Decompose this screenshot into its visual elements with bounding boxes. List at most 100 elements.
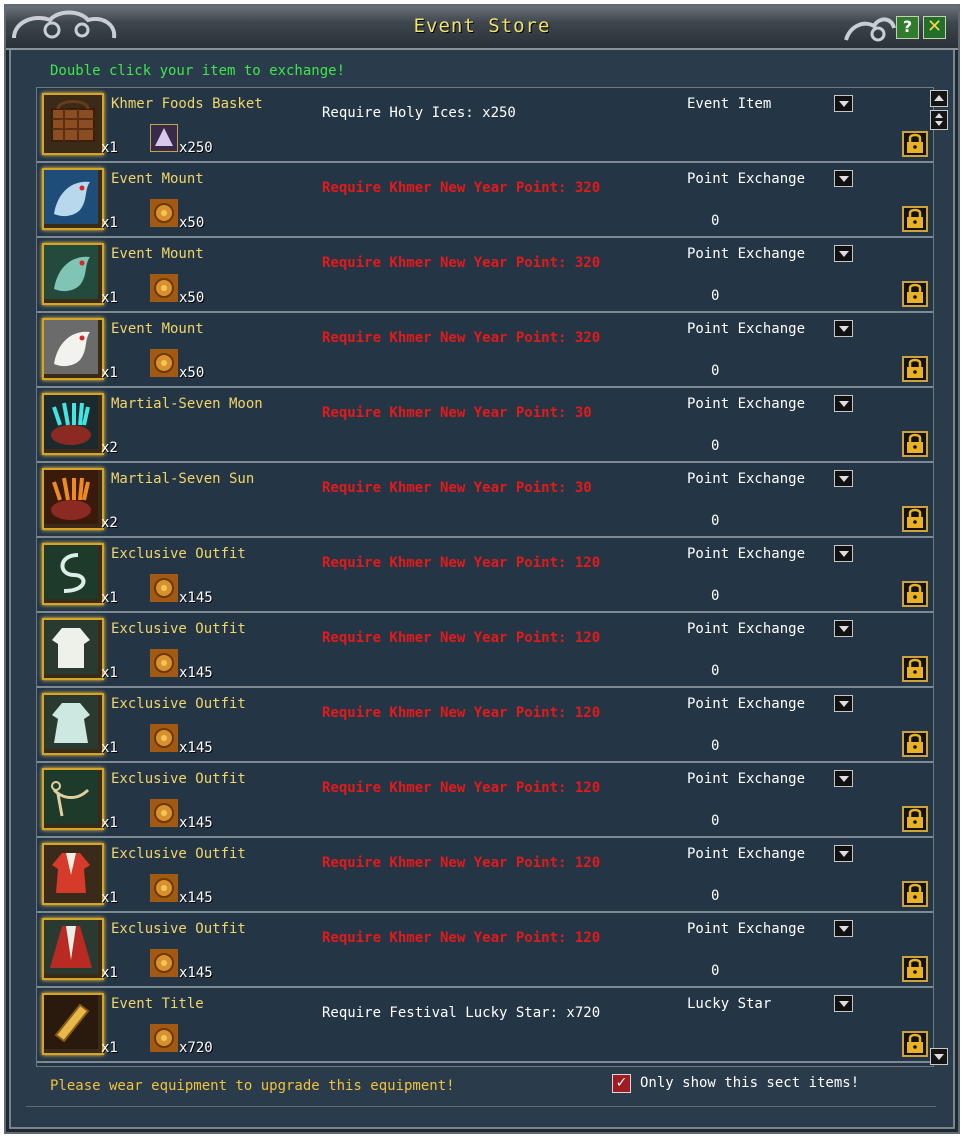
item-name: Exclusive Outfit — [111, 771, 246, 787]
requirement-text: Require Khmer New Year Point: 320 — [322, 255, 601, 271]
cauldron-moon-icon[interactable] — [42, 393, 104, 455]
cost-quantity: x145 — [179, 890, 213, 906]
lock-icon[interactable] — [902, 581, 928, 607]
sash-outfit-icon[interactable] — [42, 543, 104, 605]
lock-icon[interactable] — [902, 731, 928, 757]
cape-outfit-icon[interactable] — [42, 918, 104, 980]
requirement-text: Require Khmer New Year Point: 120 — [322, 555, 601, 571]
cauldron-sun-icon[interactable] — [42, 468, 104, 530]
sect-items-label[interactable]: Only show this sect items! — [640, 1075, 859, 1091]
item-row[interactable]: Exclusive Outfit x1 x145 Require Khmer New … — [37, 538, 933, 613]
item-name: Exclusive Outfit — [111, 546, 246, 562]
item-row[interactable]: Event Mount x1 x50 Require Khmer New Year P… — [37, 238, 933, 313]
help-button[interactable]: ? — [896, 16, 919, 39]
category-dropdown-icon[interactable] — [834, 545, 853, 562]
category-dropdown-icon[interactable] — [834, 770, 853, 787]
item-name: Exclusive Outfit — [111, 846, 246, 862]
lock-icon[interactable] — [902, 506, 928, 532]
window-title: Event Store — [413, 15, 551, 37]
requirement-text: Require Khmer New Year Point: 30 — [322, 480, 592, 496]
category-dropdown-icon[interactable] — [834, 395, 853, 412]
lock-icon[interactable] — [902, 131, 928, 157]
item-row[interactable]: Martial-Seven Moon x2 Require Khmer New Ye… — [37, 388, 933, 463]
cost-quantity: x145 — [179, 740, 213, 756]
category-dropdown-icon[interactable] — [834, 95, 853, 112]
item-name: Event Mount — [111, 171, 204, 187]
lock-icon[interactable] — [902, 431, 928, 457]
red-robe-outfit-icon[interactable] — [42, 843, 104, 905]
item-quantity: x1 — [101, 365, 118, 381]
lock-icon[interactable] — [902, 656, 928, 682]
exchange-category: Point Exchange — [687, 621, 806, 637]
title-bar[interactable]: Event Store ? ✕ — [6, 6, 958, 50]
blue-dragon-mount-icon[interactable] — [42, 168, 104, 230]
scroll-thumb[interactable] — [930, 110, 948, 130]
item-quantity: x1 — [101, 665, 118, 681]
category-dropdown-icon[interactable] — [834, 620, 853, 637]
item-row[interactable]: Event Mount x1 x50 Require Khmer New Year P… — [37, 163, 933, 238]
white-dragon-mount-icon[interactable] — [42, 318, 104, 380]
category-dropdown-icon[interactable] — [834, 320, 853, 337]
exchange-category: Point Exchange — [687, 696, 806, 712]
item-list[interactable]: Khmer Foods Basket x1 x250 Require Holy Ice… — [36, 87, 934, 1067]
scroll-up-button[interactable] — [930, 90, 948, 107]
item-row[interactable]: Event Title x1 x720 Require Festival Lucky … — [37, 988, 933, 1063]
lock-icon[interactable] — [902, 206, 928, 232]
item-row[interactable]: Event Mount x1 x50 Require Khmer New Year P… — [37, 313, 933, 388]
category-dropdown-icon[interactable] — [834, 695, 853, 712]
requirement-text: Require Khmer New Year Point: 30 — [322, 405, 592, 421]
lock-icon[interactable] — [902, 281, 928, 307]
teal-robe-outfit-icon[interactable] — [42, 693, 104, 755]
lock-icon[interactable] — [902, 1031, 928, 1057]
item-quantity: x1 — [101, 965, 118, 981]
lock-icon[interactable] — [902, 956, 928, 982]
exchange-category: Point Exchange — [687, 246, 806, 262]
category-dropdown-icon[interactable] — [834, 995, 853, 1012]
white-robe-outfit-icon[interactable] — [42, 618, 104, 680]
point-balance: 0 — [711, 813, 720, 829]
holy-ice-icon — [149, 123, 179, 153]
point-balance: 0 — [711, 738, 720, 754]
belt-outfit-icon[interactable] — [42, 768, 104, 830]
category-dropdown-icon[interactable] — [834, 845, 853, 862]
coin-icon — [150, 949, 178, 977]
item-quantity: x1 — [101, 590, 118, 606]
cost-quantity: x145 — [179, 665, 213, 681]
item-row[interactable]: Exclusive Outfit x1 x145 Require Khmer New … — [37, 688, 933, 763]
point-balance: 0 — [711, 438, 720, 454]
point-balance: 0 — [711, 663, 720, 679]
item-row[interactable]: Exclusive Outfit x1 x145 Require Khmer New … — [37, 763, 933, 838]
cost-quantity: x250 — [179, 140, 213, 156]
item-row[interactable]: Exclusive Outfit x1 x145 Require Khmer New … — [37, 613, 933, 688]
basket-icon[interactable] — [42, 93, 104, 155]
lock-icon[interactable] — [902, 806, 928, 832]
point-balance: 0 — [711, 588, 720, 604]
category-dropdown-icon[interactable] — [834, 470, 853, 487]
lock-icon[interactable] — [902, 881, 928, 907]
lock-icon[interactable] — [902, 356, 928, 382]
exchange-category: Point Exchange — [687, 771, 806, 787]
exchange-category: Point Exchange — [687, 396, 806, 412]
coin-icon — [150, 1024, 178, 1052]
requirement-text: Require Khmer New Year Point: 120 — [322, 930, 601, 946]
category-dropdown-icon[interactable] — [834, 920, 853, 937]
item-quantity: x1 — [101, 740, 118, 756]
coin-icon — [150, 274, 178, 302]
item-row[interactable]: Exclusive Outfit x1 x145 Require Khmer New … — [37, 838, 933, 913]
event-store-window: Event Store ? ✕ Double click your item t… — [4, 4, 960, 1134]
item-row[interactable]: Khmer Foods Basket x1 x250 Require Holy Ice… — [37, 88, 933, 163]
requirement-text: Require Khmer New Year Point: 320 — [322, 180, 601, 196]
coin-icon — [150, 349, 178, 377]
close-button[interactable]: ✕ — [923, 16, 946, 39]
category-dropdown-icon[interactable] — [834, 245, 853, 262]
requirement-text: Require Festival Lucky Star: x720 — [322, 1005, 601, 1021]
green-dragon-mount-icon[interactable] — [42, 243, 104, 305]
scroll-title-icon[interactable] — [42, 993, 104, 1055]
requirement-text: Require Khmer New Year Point: 120 — [322, 705, 601, 721]
sect-items-checkbox[interactable]: ✓ — [612, 1074, 631, 1093]
scroll-down-button[interactable] — [930, 1048, 948, 1065]
cost-quantity: x50 — [179, 365, 205, 381]
item-row[interactable]: Martial-Seven Sun x2 Require Khmer New Yea… — [37, 463, 933, 538]
category-dropdown-icon[interactable] — [834, 170, 853, 187]
item-row[interactable]: Exclusive Outfit x1 x145 Require Khmer New … — [37, 913, 933, 988]
